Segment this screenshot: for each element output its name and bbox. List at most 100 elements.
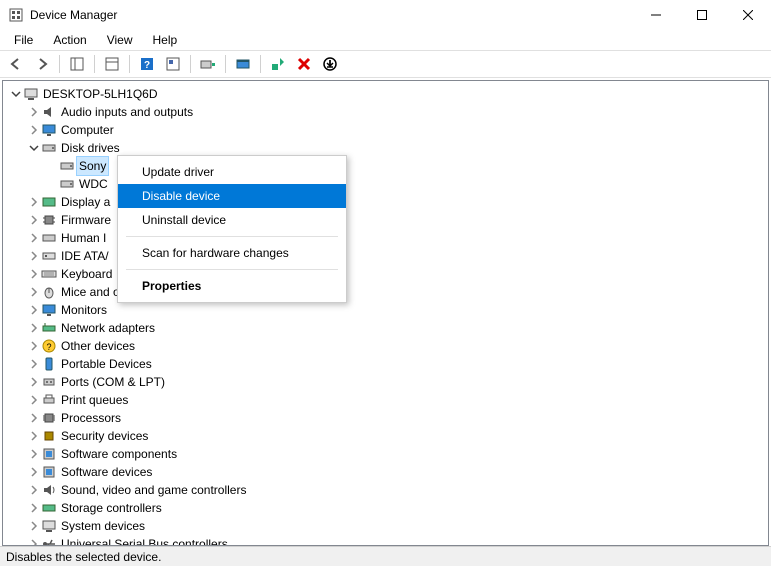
storage-icon	[41, 500, 57, 516]
toolbar-separator	[59, 55, 60, 73]
enable-button[interactable]	[266, 53, 290, 75]
svg-text:?: ?	[46, 342, 51, 352]
hid-icon	[41, 230, 57, 246]
software-icon	[41, 446, 57, 462]
chevron-right-icon[interactable]	[27, 213, 41, 227]
mouse-icon	[41, 284, 57, 300]
ide-icon	[41, 248, 57, 264]
chevron-right-icon[interactable]	[27, 447, 41, 461]
context-menu: Update driver Disable device Uninstall d…	[117, 155, 347, 303]
chevron-right-icon[interactable]	[27, 519, 41, 533]
title-bar: Device Manager	[0, 0, 771, 30]
port-icon	[41, 374, 57, 390]
category-network[interactable]: Network adapters	[27, 319, 768, 337]
chevron-right-icon[interactable]	[27, 357, 41, 371]
show-hide-tree-button[interactable]	[65, 53, 89, 75]
context-disable-device[interactable]: Disable device	[118, 184, 346, 208]
chevron-down-icon[interactable]	[27, 141, 41, 155]
chevron-down-icon[interactable]	[9, 87, 23, 101]
help-button[interactable]: ?	[135, 53, 159, 75]
category-ports[interactable]: Ports (COM & LPT)	[27, 373, 768, 391]
properties-button[interactable]	[100, 53, 124, 75]
monitor-icon	[41, 122, 57, 138]
window-title: Device Manager	[30, 8, 117, 22]
chevron-right-icon[interactable]	[27, 267, 41, 281]
chevron-right-icon[interactable]	[27, 501, 41, 515]
disable-button[interactable]	[318, 53, 342, 75]
toolbar-separator	[129, 55, 130, 73]
window-controls	[633, 0, 771, 30]
category-monitors[interactable]: Monitors	[27, 301, 768, 319]
category-security[interactable]: Security devices	[27, 427, 768, 445]
context-update-driver[interactable]: Update driver	[118, 160, 346, 184]
category-storage[interactable]: Storage controllers	[27, 499, 768, 517]
usb-icon	[41, 536, 57, 546]
disk-icon	[59, 176, 75, 192]
portable-icon	[41, 356, 57, 372]
chevron-right-icon[interactable]	[27, 249, 41, 263]
toolbar-separator	[94, 55, 95, 73]
update-driver-button[interactable]	[231, 53, 255, 75]
chevron-right-icon[interactable]	[27, 285, 41, 299]
scan-hardware-button[interactable]	[196, 53, 220, 75]
chevron-right-icon[interactable]	[27, 339, 41, 353]
software-icon	[41, 464, 57, 480]
unknown-icon: ?	[41, 338, 57, 354]
chevron-right-icon[interactable]	[27, 411, 41, 425]
category-software-devices[interactable]: Software devices	[27, 463, 768, 481]
context-properties[interactable]: Properties	[118, 274, 346, 298]
status-text: Disables the selected device.	[6, 550, 161, 564]
category-portable[interactable]: Portable Devices	[27, 355, 768, 373]
toolbar-separator	[225, 55, 226, 73]
root-label: DESKTOP-5LH1Q6D	[43, 85, 158, 103]
device-tree-container: DESKTOP-5LH1Q6D Audio inputs and outputs…	[2, 80, 769, 546]
context-separator	[126, 236, 338, 237]
chevron-right-icon[interactable]	[27, 303, 41, 317]
svg-text:?: ?	[144, 60, 150, 71]
chevron-right-icon[interactable]	[27, 537, 41, 546]
chevron-right-icon[interactable]	[27, 105, 41, 119]
action-button[interactable]	[161, 53, 185, 75]
forward-button[interactable]	[30, 53, 54, 75]
cpu-icon	[41, 410, 57, 426]
audio-icon	[41, 104, 57, 120]
category-computer[interactable]: Computer	[27, 121, 768, 139]
system-icon	[41, 518, 57, 534]
category-print-queues[interactable]: Print queues	[27, 391, 768, 409]
chevron-right-icon[interactable]	[27, 195, 41, 209]
category-audio[interactable]: Audio inputs and outputs	[27, 103, 768, 121]
context-uninstall-device[interactable]: Uninstall device	[118, 208, 346, 232]
maximize-button[interactable]	[679, 0, 725, 30]
category-software-components[interactable]: Software components	[27, 445, 768, 463]
menu-help[interactable]: Help	[145, 31, 186, 49]
chevron-right-icon[interactable]	[27, 123, 41, 137]
chevron-right-icon[interactable]	[27, 231, 41, 245]
display-adapter-icon	[41, 194, 57, 210]
speaker-icon	[41, 482, 57, 498]
menu-file[interactable]: File	[6, 31, 41, 49]
disk-icon	[41, 140, 57, 156]
close-button[interactable]	[725, 0, 771, 30]
toolbar: ?	[0, 50, 771, 78]
chevron-right-icon[interactable]	[27, 375, 41, 389]
chip-icon	[41, 212, 57, 228]
context-scan-hardware[interactable]: Scan for hardware changes	[118, 241, 346, 265]
menu-action[interactable]: Action	[45, 31, 94, 49]
uninstall-button[interactable]	[292, 53, 316, 75]
category-other[interactable]: ? Other devices	[27, 337, 768, 355]
category-sound[interactable]: Sound, video and game controllers	[27, 481, 768, 499]
chevron-right-icon[interactable]	[27, 321, 41, 335]
chevron-right-icon[interactable]	[27, 483, 41, 497]
toolbar-separator	[260, 55, 261, 73]
back-button[interactable]	[4, 53, 28, 75]
menu-view[interactable]: View	[99, 31, 141, 49]
chevron-right-icon[interactable]	[27, 393, 41, 407]
chevron-right-icon[interactable]	[27, 429, 41, 443]
chevron-right-icon[interactable]	[27, 465, 41, 479]
category-processors[interactable]: Processors	[27, 409, 768, 427]
device-tree[interactable]: DESKTOP-5LH1Q6D Audio inputs and outputs…	[3, 81, 768, 546]
minimize-button[interactable]	[633, 0, 679, 30]
category-usb[interactable]: Universal Serial Bus controllers	[27, 535, 768, 546]
category-system[interactable]: System devices	[27, 517, 768, 535]
status-bar: Disables the selected device.	[0, 546, 771, 566]
